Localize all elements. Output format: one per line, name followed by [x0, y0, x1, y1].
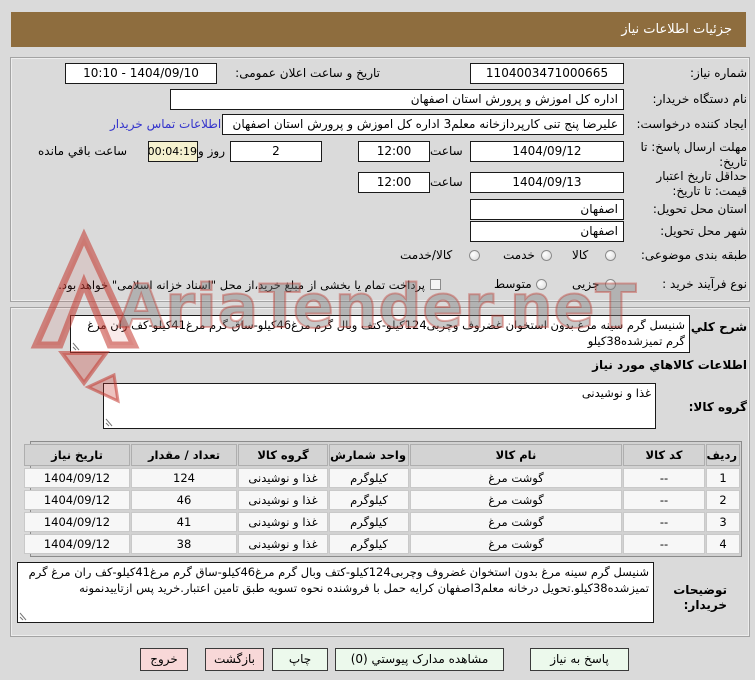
description-textarea[interactable]: شنیسل گرم سینه مرغ بدون استخوان غضروف وچ…	[70, 315, 690, 353]
page-title: جزئیات اطلاعات نیاز	[11, 12, 746, 47]
price-validity-hour-label: ساعت	[430, 175, 463, 189]
radio-goods-service-label: کالا/خدمت	[400, 248, 453, 262]
request-creator-label: ایجاد کننده درخواست:	[636, 117, 747, 131]
response-deadline-label: مهلت ارسال پاسخ: تا تاریخ:	[640, 140, 747, 169]
table-cell: کیلوگرم	[329, 490, 409, 510]
radio-goods	[605, 250, 616, 261]
table-cell: 1404/09/12	[24, 512, 130, 532]
buyer-org-label: نام دستگاه خریدار:	[652, 92, 748, 106]
table-cell: گوشت مرغ	[410, 468, 622, 488]
resize-handle-icon	[19, 612, 27, 621]
table-cell: 1404/09/12	[24, 468, 130, 488]
table-cell: 41	[131, 512, 237, 532]
table-header-cell: واحد شمارش	[329, 444, 409, 466]
table-row: 1 -- گوشت مرغ کیلوگرم غذا و نوشیدنی 124 1404/0…	[24, 468, 740, 488]
back-button[interactable]: بازگشت	[205, 648, 264, 671]
exit-button[interactable]: خروج	[140, 648, 188, 671]
goods-table: ردیف کد کالا نام کالا واحد شمارش گروه کالا تع…	[24, 441, 742, 557]
delivery-city-field: اصفهان	[470, 221, 624, 242]
announce-datetime-label: تاریخ و ساعت اعلان عمومی:	[235, 66, 380, 80]
response-deadline-date-field: 1404/09/12	[470, 141, 624, 162]
table-cell: 1404/09/12	[24, 534, 130, 554]
table-header-row: ردیف کد کالا نام کالا واحد شمارش گروه کالا تع…	[24, 444, 740, 466]
need-number-field: 1104003471000665	[470, 63, 624, 84]
table-header-cell: تاریخ نیاز	[24, 444, 130, 466]
table-cell: غذا و نوشیدنی	[238, 534, 328, 554]
delivery-province-label: استان محل تحویل:	[652, 202, 747, 216]
buyer-contact-link[interactable]: اطلاعات تماس خریدار	[110, 117, 221, 131]
buyer-notes-label: توضیحات خریدار:	[673, 583, 727, 612]
resize-handle-icon	[105, 418, 113, 427]
table-header-cell: تعداد / مقدار	[131, 444, 237, 466]
request-creator-field: علیرضا پنج تنی کارپردازخانه معلم3 اداره …	[222, 114, 624, 135]
radio-medium-label: متوسط	[494, 277, 532, 291]
price-validity-time-field: 12:00	[358, 172, 430, 193]
treasury-docs-checkbox	[430, 279, 441, 290]
delivery-province-field: اصفهان	[470, 199, 624, 220]
table-cell: کیلوگرم	[329, 534, 409, 554]
goods-section-title: اطلاعات کالاهاي مورد نياز	[592, 358, 747, 372]
goods-group-text: غذا و نوشیدنی	[581, 386, 651, 400]
table-cell: غذا و نوشیدنی	[238, 512, 328, 532]
view-attachments-button[interactable]: مشاهده مدارک پیوستي (0)	[335, 648, 504, 671]
resize-handle-icon	[72, 342, 80, 351]
table-cell: --	[623, 468, 705, 488]
table-cell: 2	[706, 490, 740, 510]
table-cell: 1	[706, 468, 740, 488]
table-cell: غذا و نوشیدنی	[238, 468, 328, 488]
description-text: شنیسل گرم سینه مرغ بدون استخوان غضروف وچ…	[87, 318, 685, 349]
radio-minor	[605, 279, 616, 290]
table-header-cell: گروه کالا	[238, 444, 328, 466]
table-cell: کیلوگرم	[329, 512, 409, 532]
hours-remaining-label: ساعت باقي مانده	[38, 144, 128, 158]
hours-remaining-field: 00:04:19	[148, 141, 198, 162]
buyer-notes-textarea[interactable]: شنیسل گرم سینه مرغ بدون استخوان غضروف وچ…	[17, 562, 654, 623]
need-number-label: شماره نیاز:	[690, 66, 747, 80]
radio-minor-label: جزیی	[572, 277, 600, 291]
days-remaining-field: 2	[230, 141, 322, 162]
announce-datetime-field: 1404/09/10 - 10:10	[65, 63, 217, 84]
table-cell: غذا و نوشیدنی	[238, 490, 328, 510]
table-header-cell: کد کالا	[623, 444, 705, 466]
table-cell: 46	[131, 490, 237, 510]
subject-class-label: طبقه بندی موضوعی:	[640, 248, 747, 262]
table-header-cell: نام کالا	[410, 444, 622, 466]
respond-button[interactable]: پاسخ به نیاز	[530, 648, 629, 671]
radio-service-label: خدمت	[503, 248, 535, 262]
radio-medium	[536, 279, 547, 290]
table-cell: --	[623, 512, 705, 532]
table-cell: 1404/09/12	[24, 490, 130, 510]
need-details-page: جزئیات اطلاعات نیاز شماره نیاز: 11040034…	[0, 0, 755, 680]
table-cell: 124	[131, 468, 237, 488]
print-button[interactable]: چاپ	[272, 648, 328, 671]
table-cell: 3	[706, 512, 740, 532]
price-validity-label: حداقل تاریخ اعتبار قیمت: تا تاریخ:	[656, 169, 747, 198]
table-row: 4 -- گوشت مرغ کیلوگرم غذا و نوشیدنی 38 1404/09…	[24, 534, 740, 554]
table-cell: --	[623, 534, 705, 554]
table-cell: کیلوگرم	[329, 468, 409, 488]
table-row: 2 -- گوشت مرغ کیلوگرم غذا و نوشیدنی 46 1404/09…	[24, 490, 740, 510]
purchase-process-label: نوع فرآیند خرید :	[662, 277, 747, 291]
response-deadline-hour-label: ساعت	[430, 144, 463, 158]
treasury-docs-checkbox-label: پرداخت تمام یا بخشی از مبلغ خرید،از محل …	[58, 278, 425, 292]
goods-group-label: گروه کالا:	[688, 400, 747, 414]
buyer-org-field: اداره کل اموزش و پرورش استان اصفهان	[170, 89, 624, 110]
price-validity-date-field: 1404/09/13	[470, 172, 624, 193]
table-header-cell: ردیف	[706, 444, 740, 466]
delivery-city-label: شهر محل تحویل:	[660, 224, 747, 238]
table-cell: گوشت مرغ	[410, 490, 622, 510]
radio-goods-service	[469, 250, 480, 261]
table-row: 3 -- گوشت مرغ کیلوگرم غذا و نوشیدنی 41 1404/09…	[24, 512, 740, 532]
days-remaining-label: روز و	[198, 144, 225, 158]
buyer-notes-text: شنیسل گرم سینه مرغ بدون استخوان غضروف وچ…	[28, 565, 649, 596]
radio-service	[541, 250, 552, 261]
response-deadline-time-field: 12:00	[358, 141, 430, 162]
table-cell: 38	[131, 534, 237, 554]
goods-group-textarea[interactable]: غذا و نوشیدنی	[103, 383, 656, 429]
table-cell: 4	[706, 534, 740, 554]
table-cell: --	[623, 490, 705, 510]
radio-goods-label: کالا	[572, 248, 589, 262]
table-cell: گوشت مرغ	[410, 534, 622, 554]
table-cell: گوشت مرغ	[410, 512, 622, 532]
